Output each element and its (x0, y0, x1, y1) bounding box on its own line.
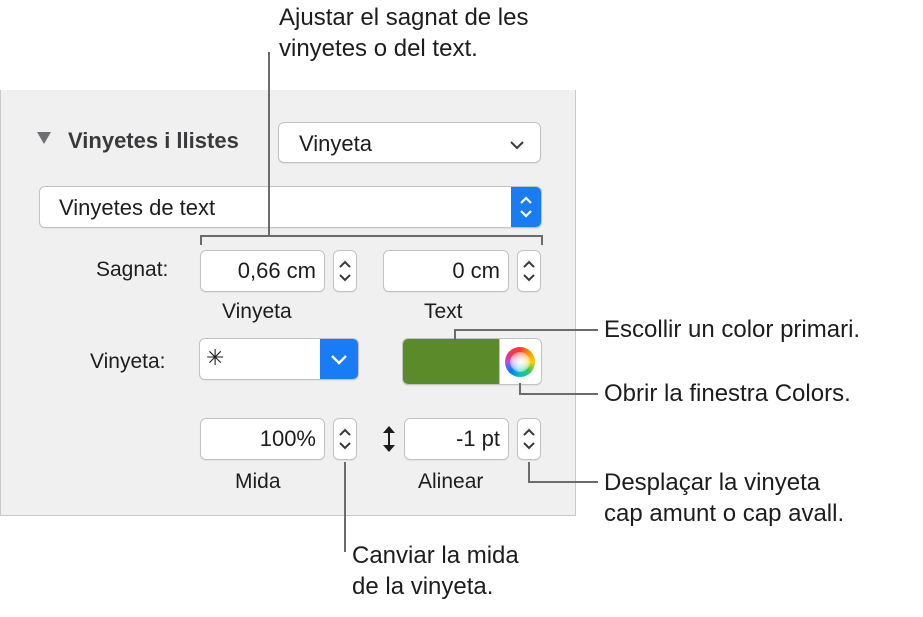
callout-move-line1: Desplaçar la vinyeta (604, 469, 821, 496)
list-style-value: Vinyeta (299, 131, 372, 156)
callout-move-tick (528, 462, 530, 483)
bullet-align-stepper[interactable] (517, 418, 541, 460)
color-well[interactable] (403, 339, 500, 384)
indent-bracket-right (541, 235, 543, 245)
callout-size-line1: Canviar la mida (352, 542, 519, 569)
bullet-size-caption: Mida (235, 470, 281, 493)
callout-color-primary-leader (454, 329, 598, 331)
section-title: Vinyetes i llistes (68, 128, 239, 153)
indent-bracket-line (200, 235, 543, 237)
callout-move-line2: cap amunt o cap avall. (604, 500, 845, 527)
popup-stepper-icon (511, 187, 541, 227)
callout-colors-window-tick (519, 383, 521, 395)
bullet-symbol-combo[interactable]: ✳ (199, 338, 359, 380)
vertical-arrows-icon (381, 424, 397, 459)
callout-move-bullet: Desplaçar la vinyeta cap amunt o cap ava… (604, 467, 844, 529)
bullet-color-control (402, 338, 542, 385)
callout-size-leader (344, 462, 346, 552)
callout-size: Canviar la mida de la vinyeta. (352, 540, 519, 602)
color-wheel-icon[interactable] (505, 347, 535, 377)
callout-indent: Ajustar el sagnat de les vinyetes o del … (279, 2, 528, 64)
bullet-type-popup[interactable]: Vinyetes de text (39, 186, 542, 228)
indent-label: Sagnat: (96, 258, 169, 281)
bullet-indent-field[interactable]: 0,66 cm (200, 250, 325, 292)
text-indent-caption: Text (424, 300, 463, 323)
bullet-size-field[interactable]: 100% (200, 418, 325, 460)
chevron-down-icon (510, 137, 524, 155)
text-indent-field[interactable]: 0 cm (383, 250, 509, 292)
chevron-down-icon[interactable] (320, 339, 358, 379)
bullet-type-value: Vinyetes de text (59, 195, 216, 220)
callout-indent-line2: vinyetes o del text. (279, 35, 478, 62)
bullet-label: Vinyeta: (90, 350, 166, 373)
disclosure-triangle-icon[interactable] (36, 131, 52, 150)
text-indent-stepper[interactable] (517, 250, 541, 292)
bullet-align-field[interactable]: -1 pt (404, 418, 509, 460)
list-style-popup[interactable]: Vinyeta (278, 122, 541, 163)
callout-color-primary: Escollir un color primari. (604, 316, 861, 343)
bullet-indent-stepper[interactable] (333, 250, 357, 292)
callout-size-line2: de la vinyeta. (352, 573, 494, 600)
callout-color-primary-tick (454, 329, 456, 341)
callout-colors-window: Obrir la finestra Colors. (604, 380, 851, 407)
indent-bracket-left (200, 235, 202, 245)
callout-indent-line1: Ajustar el sagnat de les (279, 4, 529, 31)
callout-move-leader (528, 481, 598, 483)
bullet-size-stepper[interactable] (333, 418, 357, 460)
bullet-indent-caption: Vinyeta (222, 300, 292, 323)
callout-indent-leader (268, 52, 270, 236)
bullet-align-caption: Alinear (418, 470, 484, 493)
bullet-symbol-value: ✳ (206, 345, 225, 370)
callout-colors-window-leader (519, 393, 598, 395)
